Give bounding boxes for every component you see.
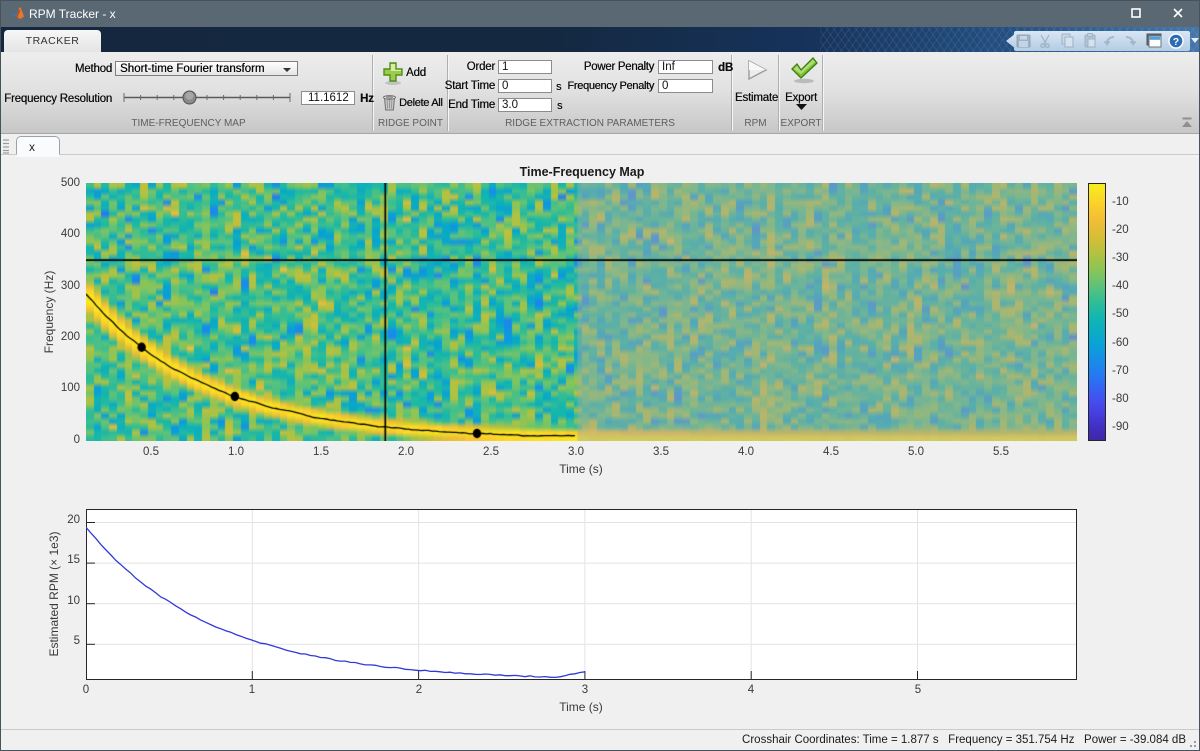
svg-text:?: ? bbox=[1173, 36, 1179, 48]
